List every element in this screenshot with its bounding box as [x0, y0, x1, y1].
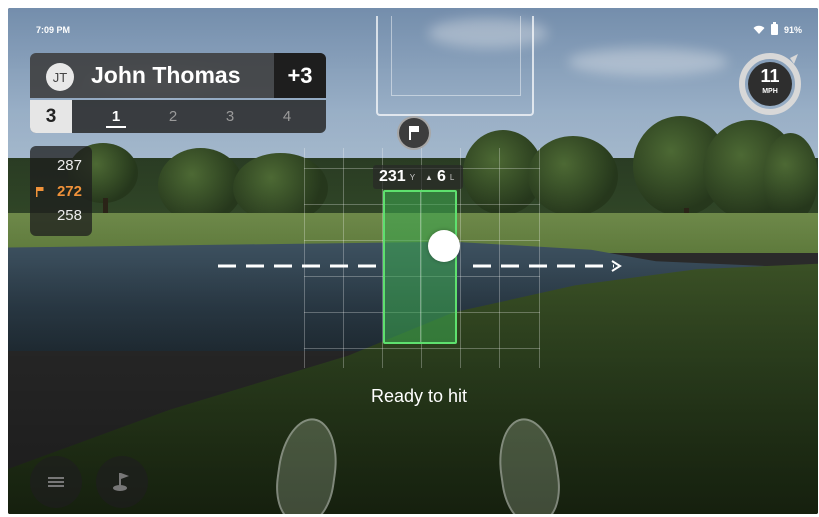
menu-button[interactable] [30, 456, 82, 508]
pin-flag-icon [36, 187, 44, 197]
shot-tab-2[interactable]: 2 [163, 108, 183, 125]
player-scorecard[interactable]: JT John Thomas +3 3 1 2 3 4 [30, 53, 326, 135]
player-name: John Thomas [91, 62, 241, 88]
status-time: 7:09 PM [36, 25, 71, 35]
green-distances: 287 272 258 [30, 146, 92, 236]
aim-distance: 231 [379, 168, 406, 185]
distance-front: 258 [56, 207, 82, 224]
green-preview-inner [391, 16, 521, 96]
aim-readout: 231 Y ▲ 6 L [373, 165, 463, 189]
pin-view-button[interactable] [397, 116, 431, 150]
shot-tab-1[interactable]: 1 [106, 108, 126, 128]
player-row: JT John Thomas +3 [30, 53, 326, 98]
shot-tab-3[interactable]: 3 [220, 108, 240, 125]
grid-line [304, 348, 540, 349]
wind-indicator: 11 MPH [736, 48, 804, 116]
status-message: Ready to hit [370, 386, 468, 406]
aim-line-arrow-icon [218, 260, 622, 272]
distance-pin: 272 [56, 183, 82, 200]
current-hole: 3 [30, 100, 72, 133]
wifi-icon [753, 25, 765, 34]
hole-row: 3 1 2 3 4 [30, 100, 326, 133]
battery-percent: 91% [783, 24, 802, 35]
distance-back: 287 [56, 157, 82, 174]
grid-line [499, 148, 500, 368]
offset-arrow-icon: ▲ [425, 172, 433, 182]
menu-icon [48, 477, 64, 487]
wind-unit: MPH [762, 88, 778, 95]
player-score: +3 [274, 53, 326, 98]
aim-offset-unit: L [449, 172, 455, 182]
flag-icon [409, 126, 419, 140]
grid-line [539, 148, 540, 368]
status-icons: 91% [753, 22, 802, 35]
avatar: JT [46, 63, 74, 91]
course-button[interactable] [96, 456, 148, 508]
wind-speed: 11 [760, 66, 780, 86]
grid-line [343, 148, 344, 368]
device-screen: 7:09 PM 91% JT John Thomas +3 3 1 2 3 4 … [8, 8, 818, 514]
aim-offset: 6 [436, 168, 446, 185]
aim-distance-unit: Y [409, 172, 416, 182]
shot-tab-4[interactable]: 4 [277, 108, 297, 125]
grid-line [304, 148, 305, 368]
golf-ball[interactable] [428, 230, 460, 262]
golf-flag-icon [113, 473, 129, 491]
battery-icon [770, 22, 778, 35]
